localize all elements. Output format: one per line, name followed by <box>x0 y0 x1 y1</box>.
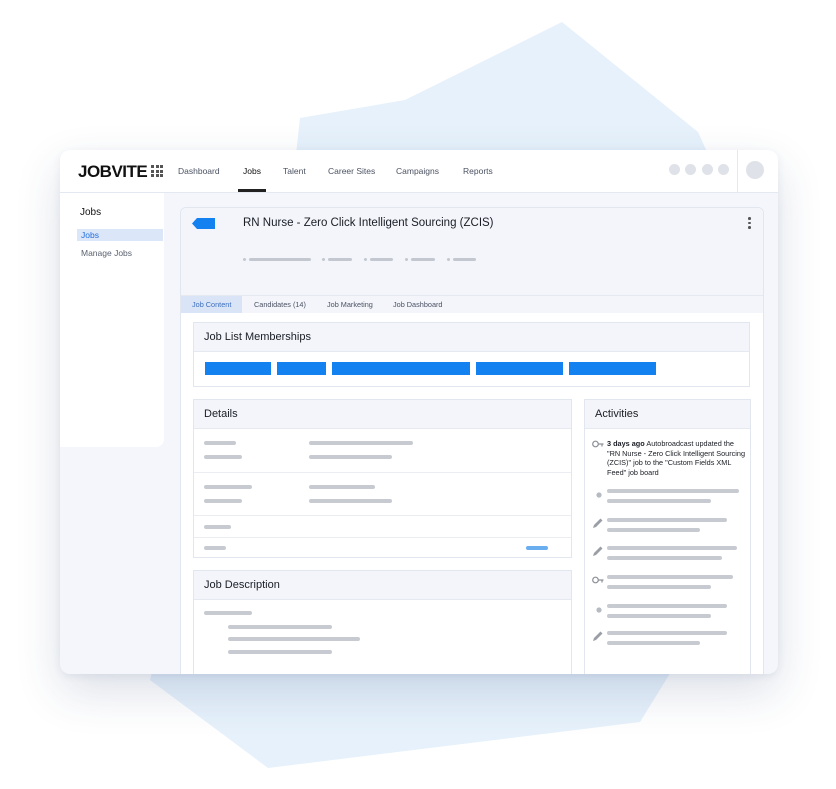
active-tab-indicator <box>238 189 266 192</box>
activity-placeholder <box>607 604 727 608</box>
sidebar-title: Jobs <box>80 207 102 218</box>
detail-value-placeholder <box>309 455 392 459</box>
pencil-icon <box>593 546 603 556</box>
pencil-icon <box>593 631 603 641</box>
tab-job-dashboard[interactable]: Job Dashboard <box>393 296 443 313</box>
detail-value-placeholder <box>309 485 375 489</box>
section-title: Activities <box>595 408 639 420</box>
nav-tab-career-sites[interactable]: Career Sites <box>328 166 375 176</box>
detail-label-placeholder <box>204 441 236 445</box>
jobvite-logo[interactable]: JOBVITE <box>78 162 148 182</box>
description-text-placeholder <box>228 650 332 654</box>
sidebar-item-jobs[interactable]: Jobs <box>77 229 163 241</box>
detail-link[interactable] <box>526 546 548 550</box>
detail-value-placeholder <box>309 441 413 445</box>
top-nav-bar: JOBVITE Dashboard Jobs Talent Career Sit… <box>60 150 778 193</box>
activity-placeholder <box>607 575 733 579</box>
nav-tab-campaigns[interactable]: Campaigns <box>396 166 439 176</box>
key-icon <box>592 440 604 448</box>
app-window: JOBVITE Dashboard Jobs Talent Career Sit… <box>60 150 778 674</box>
header-action-icon[interactable] <box>702 164 713 175</box>
activity-entry: 3 days ago Autobroadcast updated the "RN… <box>607 439 749 477</box>
detail-label-placeholder <box>204 546 226 550</box>
membership-chip[interactable] <box>277 362 326 375</box>
header-action-icon[interactable] <box>669 164 680 175</box>
activities-card: Activities 3 days ago Autobroadcast upda… <box>584 399 751 674</box>
detail-label-placeholder <box>204 455 242 459</box>
nav-tab-jobs[interactable]: Jobs <box>243 166 261 176</box>
detail-label-placeholder <box>204 499 242 503</box>
detail-value-placeholder <box>309 499 392 503</box>
job-header: RN Nurse - Zero Click Intelligent Sourci… <box>181 208 763 295</box>
app-grid-icon[interactable] <box>151 165 163 177</box>
description-text-placeholder <box>228 637 360 641</box>
section-title: Details <box>204 408 238 420</box>
activity-placeholder <box>607 585 711 589</box>
activity-placeholder <box>607 528 700 532</box>
detail-label-placeholder <box>204 485 252 489</box>
activity-placeholder <box>607 546 737 550</box>
job-description-card: Job Description <box>193 570 572 674</box>
membership-chip[interactable] <box>569 362 656 375</box>
nav-tab-talent[interactable]: Talent <box>283 166 306 176</box>
description-text-placeholder <box>228 625 332 629</box>
dot-icon <box>596 492 602 498</box>
sidebar-item-label: Jobs <box>81 230 99 240</box>
tab-job-marketing[interactable]: Job Marketing <box>327 296 373 313</box>
key-icon <box>592 576 604 584</box>
dot-icon <box>596 607 602 613</box>
details-card: Details <box>193 399 572 558</box>
job-subtabs: Job Content Candidates (14) Job Marketin… <box>181 295 763 313</box>
job-panel: RN Nurse - Zero Click Intelligent Sourci… <box>180 207 764 674</box>
sidebar-item-manage-jobs[interactable]: Manage Jobs <box>81 248 132 258</box>
job-list-memberships-card: Job List Memberships <box>193 322 750 387</box>
membership-chip[interactable] <box>205 362 271 375</box>
sidebar: Jobs Jobs Manage Jobs <box>60 193 164 447</box>
membership-chip[interactable] <box>476 362 563 375</box>
activity-placeholder <box>607 489 739 493</box>
nav-tab-dashboard[interactable]: Dashboard <box>178 166 220 176</box>
pencil-icon <box>593 518 603 528</box>
activity-placeholder <box>607 518 727 522</box>
activity-placeholder <box>607 556 722 560</box>
activity-placeholder <box>607 499 711 503</box>
back-arrow-icon[interactable] <box>192 218 215 229</box>
tab-job-content[interactable]: Job Content <box>181 296 243 313</box>
user-avatar[interactable] <box>746 161 764 179</box>
job-title: RN Nurse - Zero Click Intelligent Sourci… <box>243 217 494 229</box>
header-divider <box>737 150 738 192</box>
section-title: Job List Memberships <box>204 331 311 343</box>
header-action-icon[interactable] <box>718 164 729 175</box>
activity-placeholder <box>607 614 711 618</box>
section-title: Job Description <box>204 579 280 591</box>
header-action-icon[interactable] <box>685 164 696 175</box>
tab-candidates[interactable]: Candidates (14) <box>254 296 306 313</box>
membership-chip[interactable] <box>332 362 470 375</box>
description-text-placeholder <box>204 611 252 615</box>
detail-label-placeholder <box>204 525 231 529</box>
activity-placeholder <box>607 631 727 635</box>
more-options-icon[interactable] <box>748 217 751 231</box>
activity-time: 3 days ago <box>607 439 645 448</box>
activity-placeholder <box>607 641 700 645</box>
nav-tab-reports[interactable]: Reports <box>463 166 493 176</box>
